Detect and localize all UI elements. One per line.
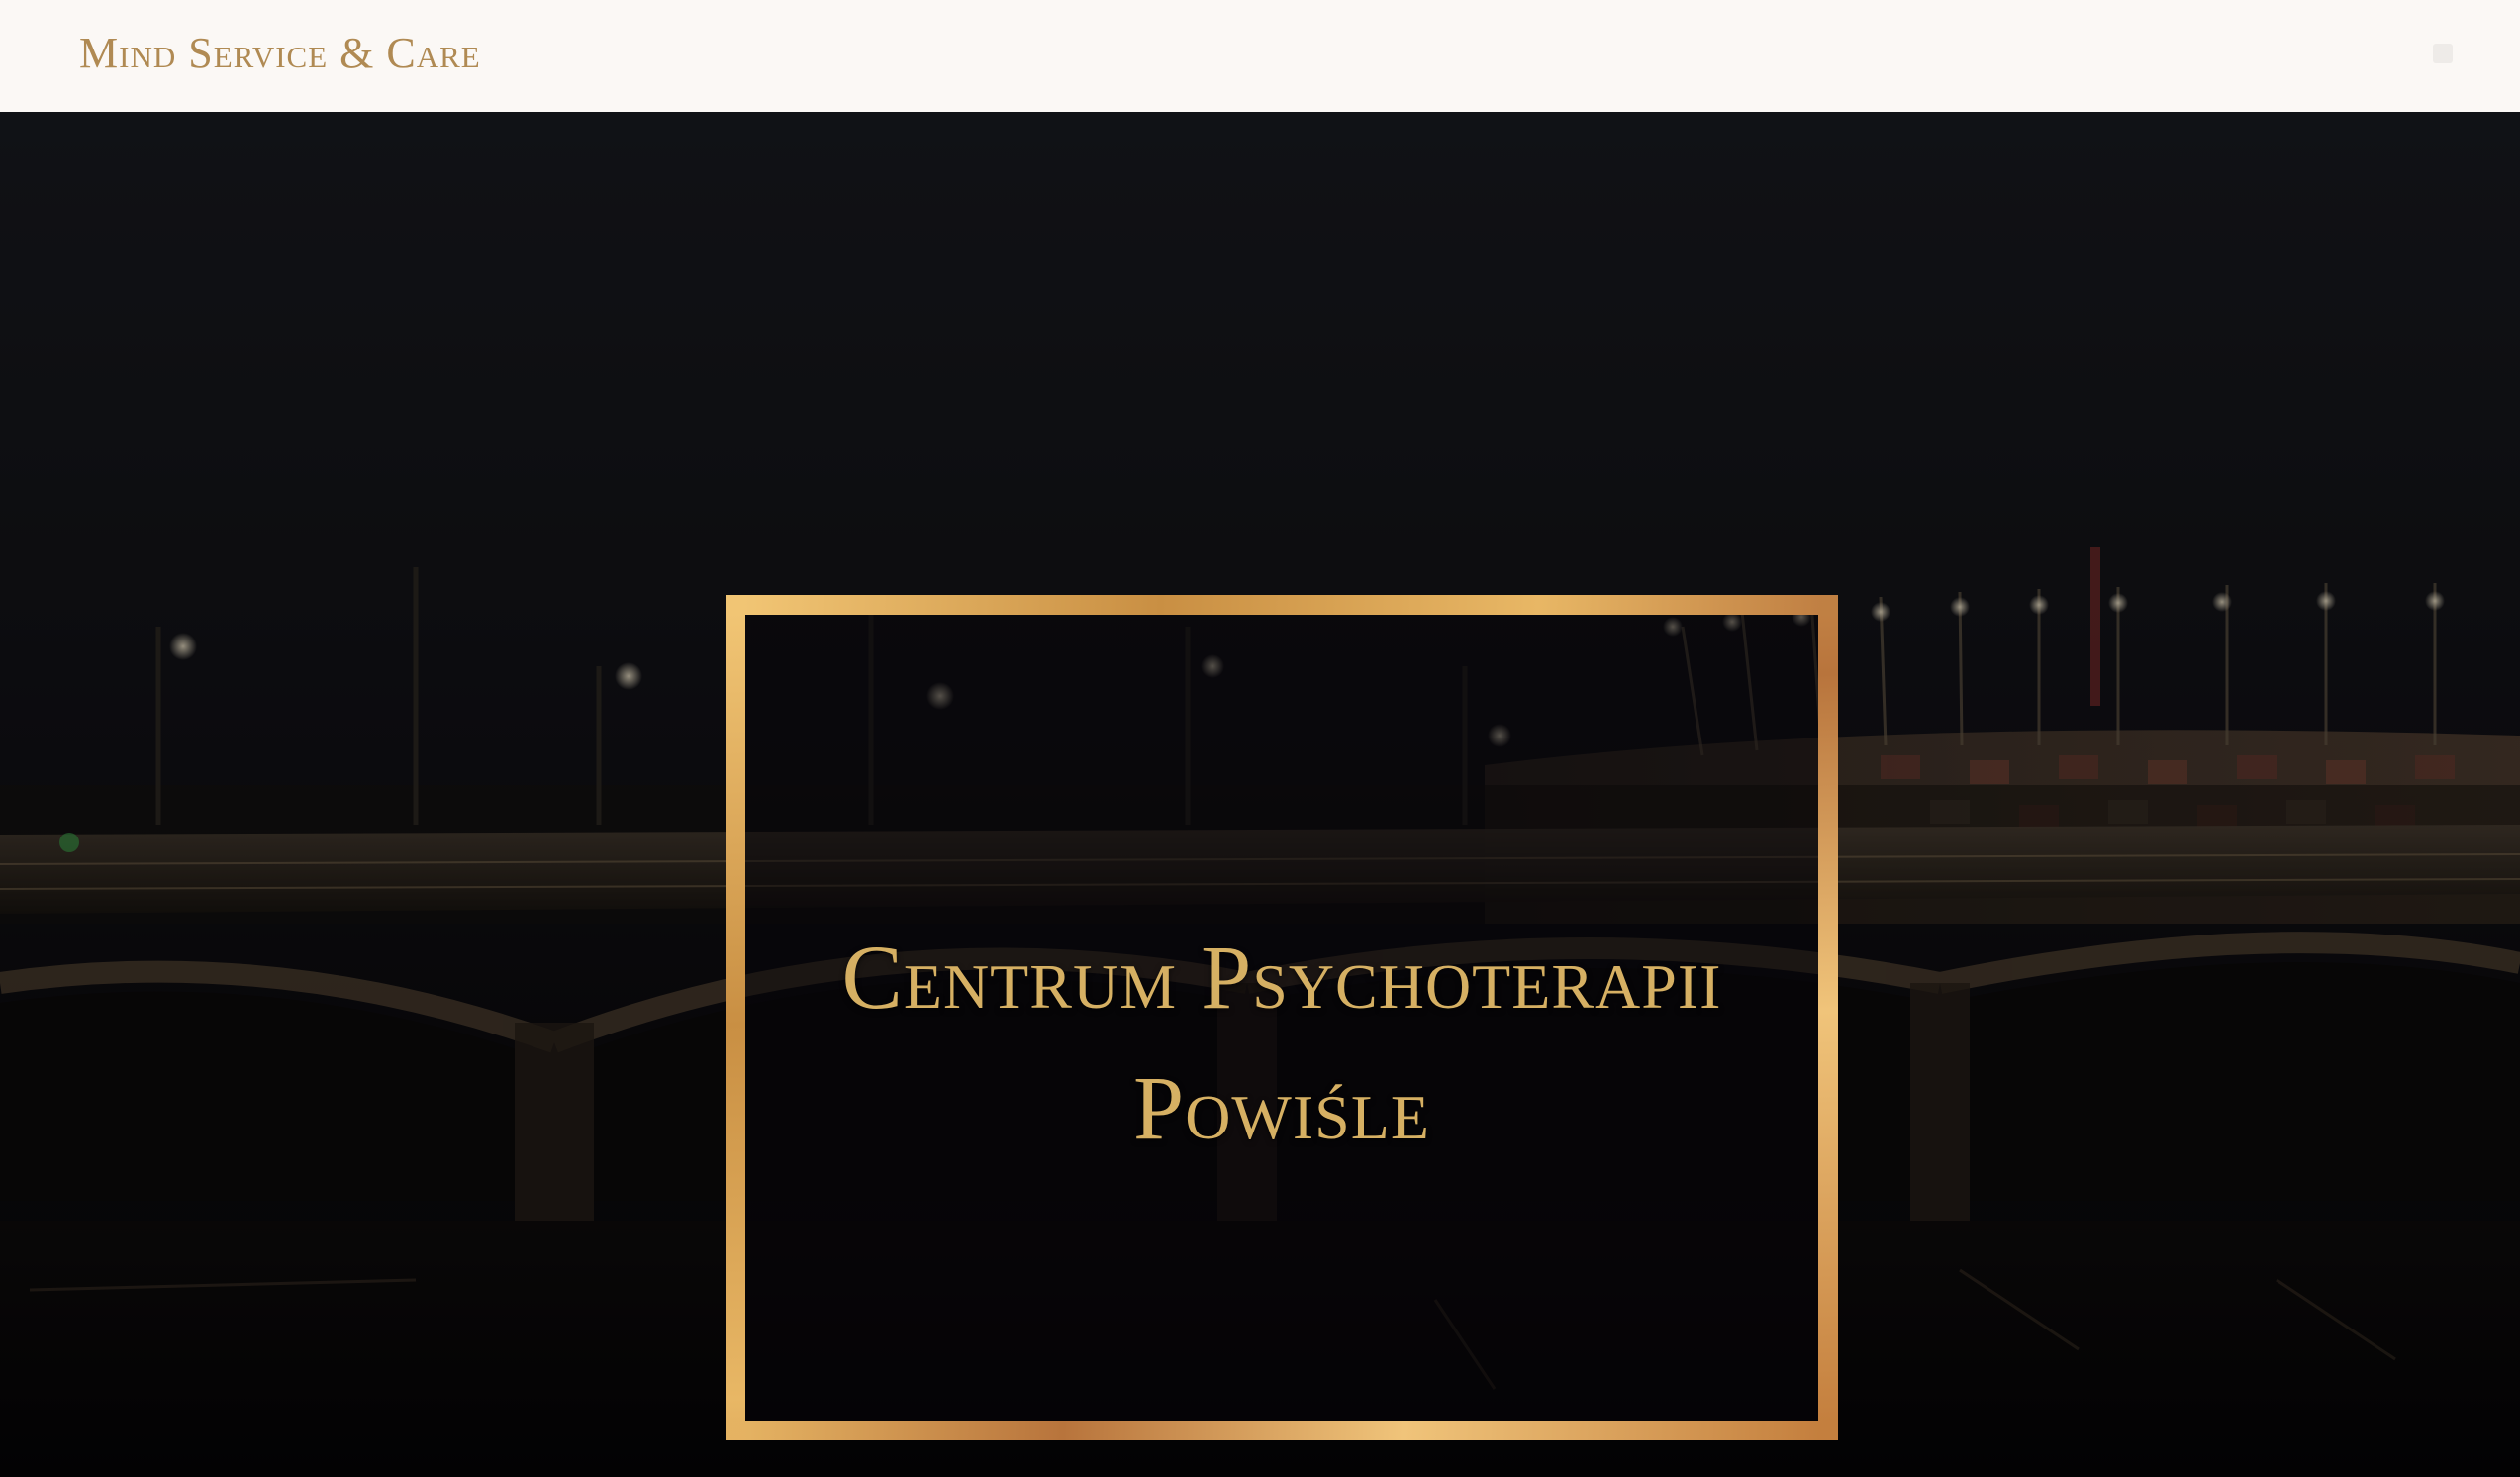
hero-title-line-2: Powiśle (1133, 1057, 1430, 1158)
hero-title-line-1: Centrum Psychoterapii (841, 927, 1722, 1028)
hero-title: Centrum Psychoterapii Powiśle (745, 912, 1818, 1173)
hero-section: Centrum Psychoterapii Powiśle (0, 112, 2520, 1477)
hamburger-menu-icon[interactable] (2433, 44, 2453, 63)
site-logo-link[interactable]: Mind Service & Care (79, 26, 481, 81)
site-header: Mind Service & Care (0, 0, 2520, 112)
gold-frame: Centrum Psychoterapii Powiśle (726, 595, 1838, 1440)
frame-inner: Centrum Psychoterapii Powiśle (745, 615, 1818, 1421)
